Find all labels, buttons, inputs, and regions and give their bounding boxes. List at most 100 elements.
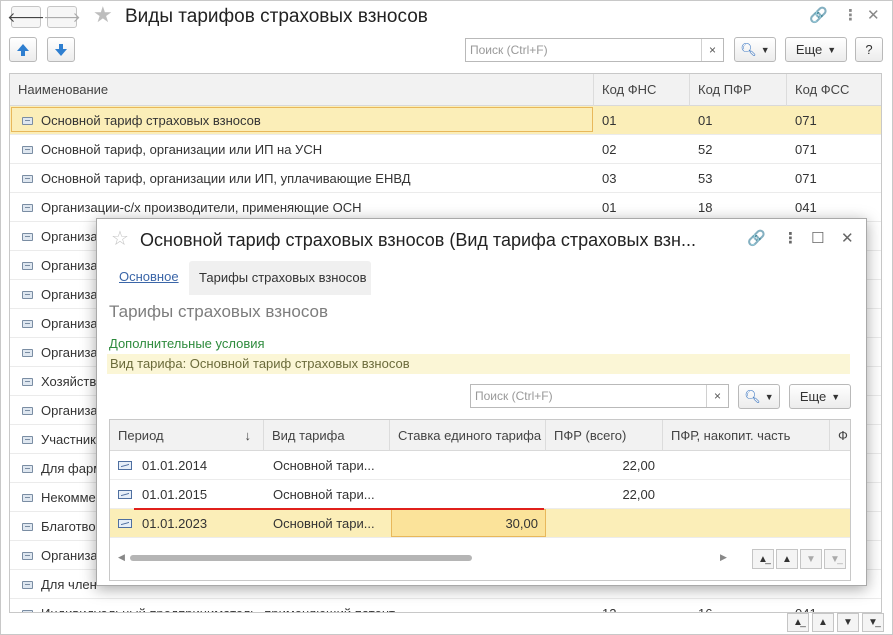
scroll-top-button[interactable]: ▲̲: [787, 613, 809, 632]
more-label: Еще: [799, 389, 827, 404]
page-title: Виды тарифов страховых взносов: [125, 6, 428, 27]
item-icon: [22, 494, 33, 502]
search-placeholder: Поиск (Ctrl+F): [475, 389, 553, 403]
rate-row[interactable]: 01.01.2023 Основной тари... 30,00: [110, 509, 850, 538]
scroll-left-icon[interactable]: ◀: [118, 552, 125, 563]
item-icon: [22, 610, 33, 612]
cell-pfr: 52: [698, 142, 713, 157]
star-icon[interactable]: ☆: [111, 228, 129, 250]
cell-rate: [394, 451, 538, 480]
dialog-scroll-down-button[interactable]: ▼: [800, 549, 822, 569]
column-header-extra[interactable]: Ф: [830, 420, 850, 451]
tab-tariffs[interactable]: Тарифы страховых взносов: [189, 261, 371, 295]
cell-pfr-total: 22,00: [622, 458, 655, 473]
cell-fns: 03: [602, 171, 617, 186]
item-icon: [22, 320, 33, 328]
item-icon: [22, 436, 33, 444]
link-icon[interactable]: 🔗: [747, 229, 766, 249]
dialog-search-input[interactable]: Поиск (Ctrl+F) ×: [470, 384, 729, 408]
column-header-pfr-funded[interactable]: ПФР, накопит. часть: [663, 420, 830, 451]
cell-fss: 041: [795, 599, 875, 612]
column-header-period[interactable]: Период ↓: [110, 420, 264, 451]
cell-name: Основной тариф, организации или ИП, упла…: [41, 171, 411, 186]
tariff-dialog: ☆ Основной тариф страховых взносов (Вид …: [96, 218, 867, 586]
search-placeholder: Поиск (Ctrl+F): [470, 43, 548, 57]
close-icon[interactable]: ✕: [841, 229, 854, 249]
tab-main[interactable]: Основное: [119, 269, 179, 284]
item-icon: [22, 291, 33, 299]
highlight-underline: [134, 508, 544, 510]
table-row[interactable]: Основной тариф, организации или ИП, упла…: [10, 164, 881, 193]
column-header-rate[interactable]: Ставка единого тарифа: [390, 420, 546, 451]
help-button[interactable]: ?: [855, 37, 883, 62]
item-icon: [22, 552, 33, 560]
cell-period: 01.01.2014: [142, 458, 208, 473]
scroll-down-button[interactable]: ▼: [837, 613, 859, 632]
section-title: Тарифы страховых взносов: [109, 302, 329, 321]
more-label: Еще: [795, 42, 823, 57]
cell-kind: Основной тари...: [273, 516, 375, 531]
item-icon: [22, 204, 33, 212]
item-icon: [22, 349, 33, 357]
scroll-up-button[interactable]: ▲: [812, 613, 834, 632]
cell-fns: 01: [602, 113, 617, 128]
rates-table: Период ↓ Вид тарифа Ставка единого тариф…: [109, 419, 851, 581]
column-header-fns[interactable]: Код ФНС: [594, 74, 690, 106]
rate-row[interactable]: 01.01.2014 Основной тари... 22,00: [110, 451, 850, 480]
cell-pfr: 16: [698, 599, 778, 612]
column-header-name[interactable]: Наименование: [10, 74, 594, 106]
item-icon: [22, 378, 33, 386]
more-actions-icon[interactable]: ⋮: [843, 6, 858, 26]
rate-row[interactable]: 01.01.2015 Основной тари... 22,00: [110, 480, 850, 509]
more-actions-icon[interactable]: ⋮: [783, 229, 798, 249]
search-button[interactable]: 🔍︎ ▼: [734, 37, 776, 62]
cell-kind: Основной тари...: [273, 458, 375, 473]
move-up-button[interactable]: [9, 37, 37, 62]
horizontal-scrollbar[interactable]: ◀ ▶: [118, 551, 730, 565]
column-header-fss[interactable]: Код ФСС: [787, 74, 881, 106]
scroll-thumb[interactable]: [130, 555, 472, 561]
cell-fns: 02: [602, 142, 617, 157]
forward-button[interactable]: 🡒: [43, 6, 81, 28]
table-row[interactable]: Основной тариф страховых взносов 01 01 071: [10, 106, 881, 135]
cell-rate: [394, 480, 538, 509]
period-icon: [118, 519, 132, 528]
cell-fns: 12: [602, 599, 682, 612]
dialog-scroll-up-button[interactable]: ▲: [776, 549, 798, 569]
search-input[interactable]: Поиск (Ctrl+F) ×: [465, 38, 724, 62]
item-icon: [22, 523, 33, 531]
column-header-pfr-total[interactable]: ПФР (всего): [546, 420, 663, 451]
dialog-search-button[interactable]: 🔍︎ ▼: [738, 384, 780, 409]
additional-conditions-link[interactable]: Дополнительные условия: [109, 336, 265, 351]
more-button[interactable]: Еще ▼: [785, 37, 847, 62]
back-button[interactable]: 🡐: [7, 6, 45, 28]
dialog-title: Основной тариф страховых взносов (Вид та…: [140, 230, 696, 250]
clear-search-button[interactable]: ×: [706, 385, 728, 407]
star-icon[interactable]: ★: [93, 4, 113, 26]
table-row[interactable]: Индивидуальный предприниматель, применяю…: [10, 599, 881, 612]
cell-pfr-total: 22,00: [622, 487, 655, 502]
cell-name: Индивидуальный предприниматель, применяю…: [41, 599, 591, 612]
scroll-right-icon[interactable]: ▶: [720, 552, 727, 563]
dialog-more-button[interactable]: Еще ▼: [789, 384, 851, 409]
dialog-scroll-top-button[interactable]: ▲̲: [752, 549, 774, 569]
column-header-pfr[interactable]: Код ПФР: [690, 74, 787, 106]
dialog-scroll-bottom-button[interactable]: ▼̲: [824, 549, 846, 569]
close-icon[interactable]: ✕: [867, 6, 880, 26]
link-icon[interactable]: 🔗: [809, 6, 828, 26]
item-icon: [22, 465, 33, 473]
cell-fss: 071: [795, 142, 817, 157]
toolbar: Поиск (Ctrl+F) × 🔍︎ ▼ Еще ▼ ?: [1, 37, 892, 67]
cell-fss: 071: [795, 113, 817, 128]
item-icon: [22, 407, 33, 415]
tariff-kind-label: Вид тарифа: Основной тариф страховых взн…: [107, 354, 850, 374]
cell-rate: 30,00: [505, 516, 538, 531]
cell-name: Основной тариф, организации или ИП на УС…: [41, 142, 323, 157]
move-down-button[interactable]: [47, 37, 75, 62]
table-header: Наименование Код ФНС Код ПФР Код ФСС: [10, 74, 881, 106]
clear-search-button[interactable]: ×: [701, 39, 723, 61]
scroll-bottom-button[interactable]: ▼̲: [862, 613, 884, 632]
column-header-kind[interactable]: Вид тарифа: [264, 420, 390, 451]
maximize-icon[interactable]: ☐: [811, 229, 824, 249]
table-row[interactable]: Основной тариф, организации или ИП на УС…: [10, 135, 881, 164]
